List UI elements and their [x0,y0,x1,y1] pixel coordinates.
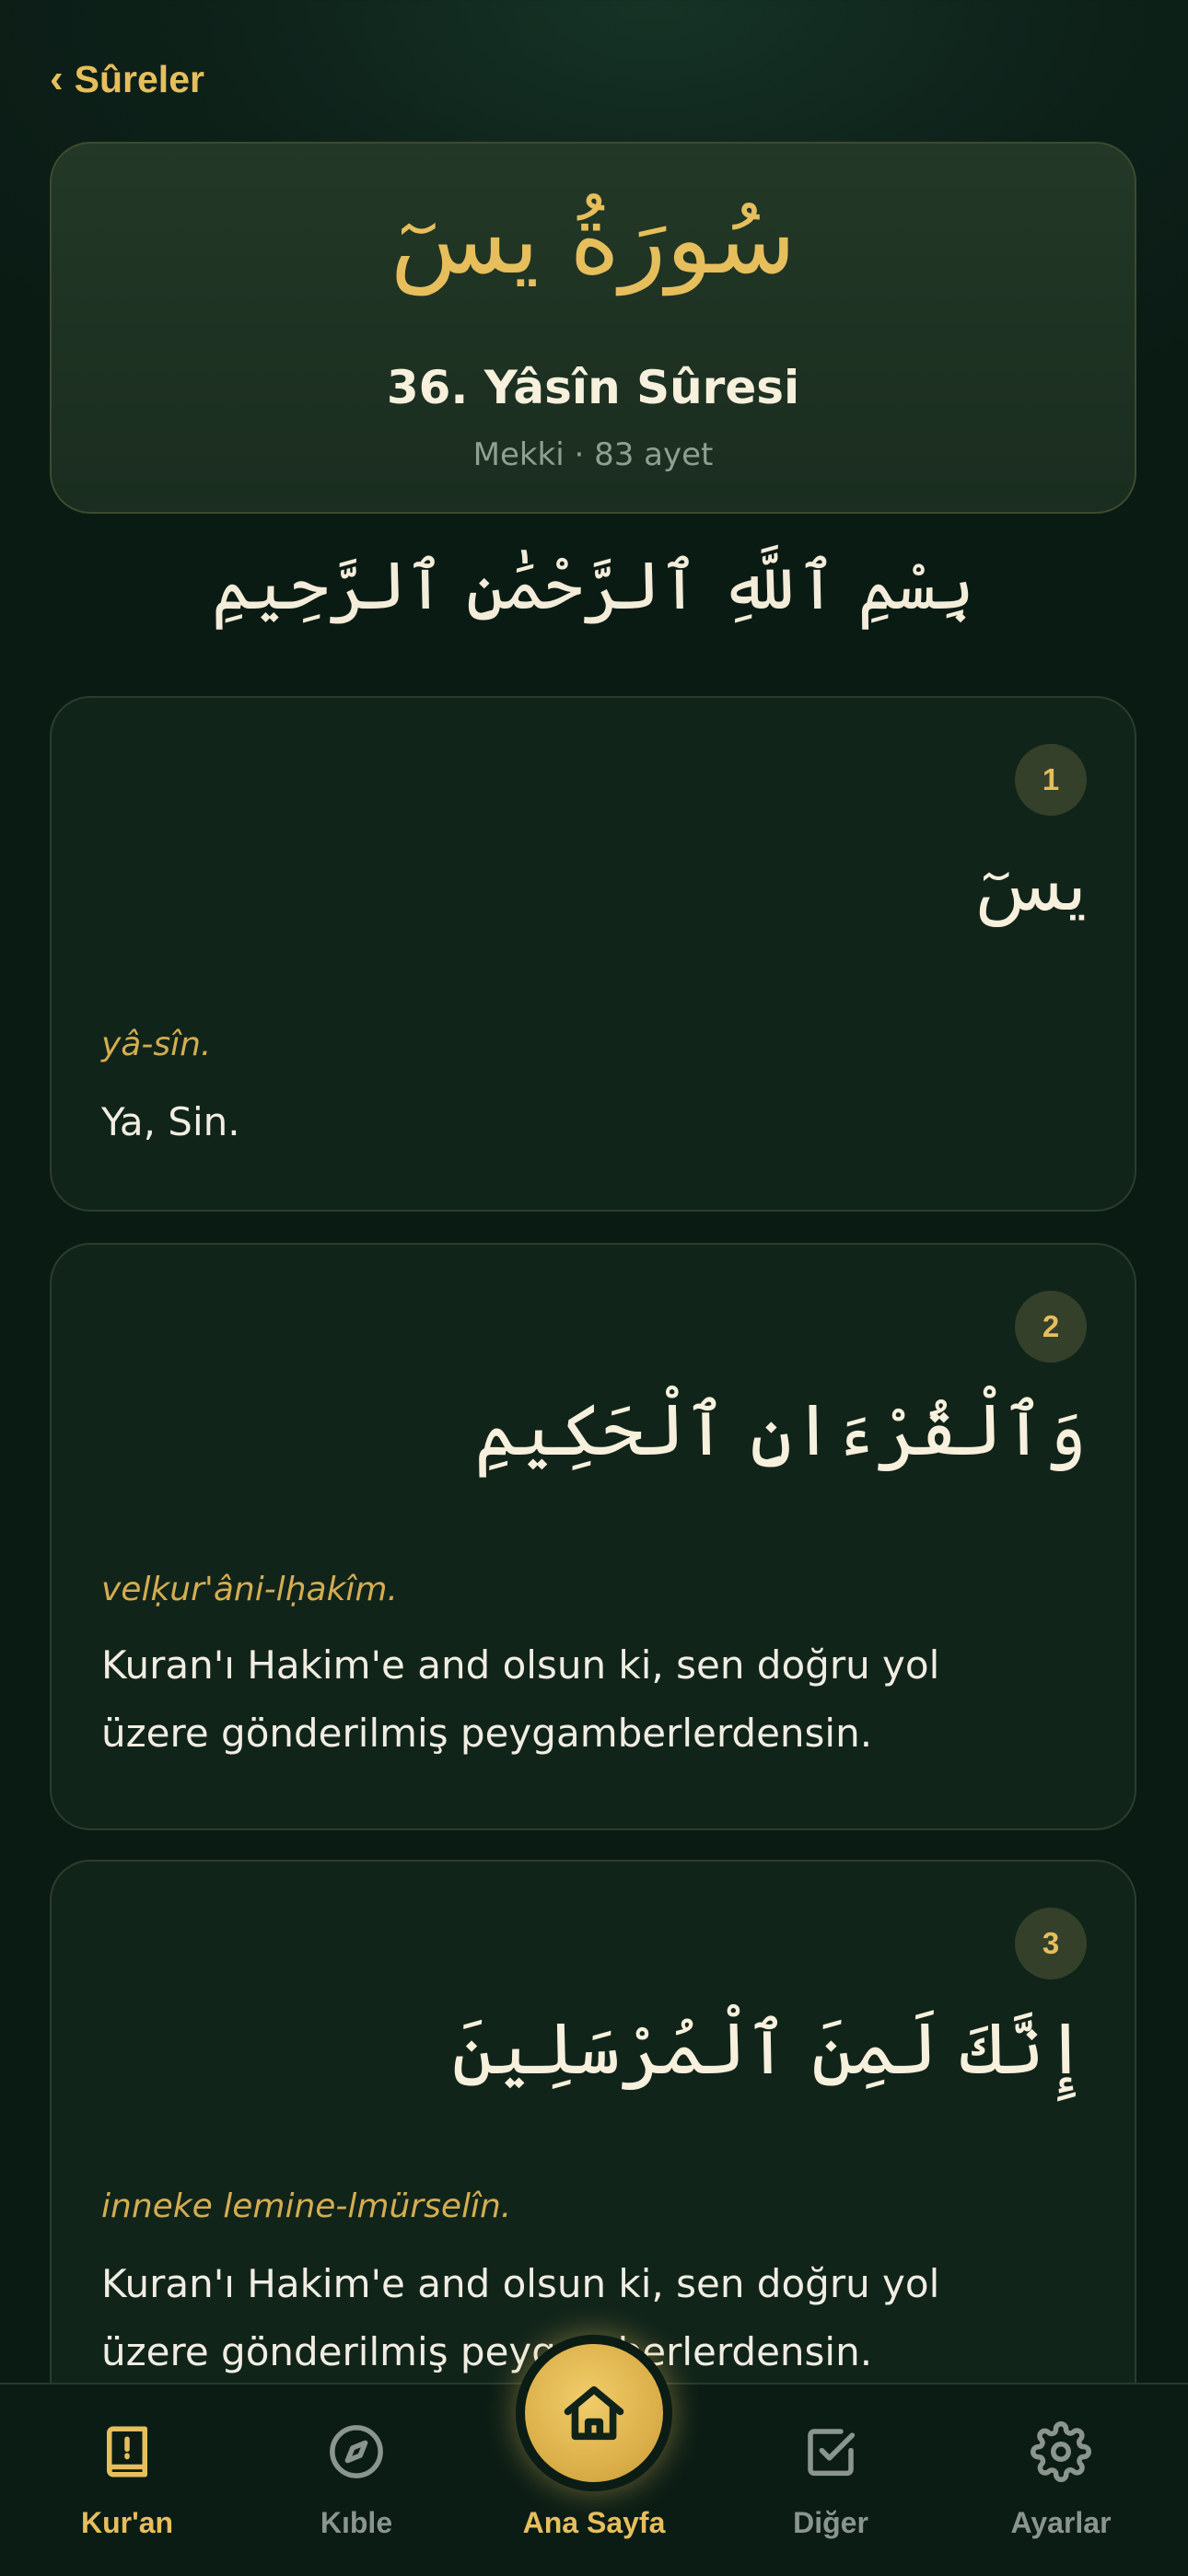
ayah-number-badge: 3 [1015,1908,1087,1979]
ayah-transliteration: inneke lemine-lmürselîn. [101,2187,512,2225]
tab-qibla[interactable]: Kıble [255,2385,458,2576]
ayah-arabic-text: وَٱلْقُرْءَانِ ٱلْحَكِيمِ [474,1389,1087,1472]
home-button[interactable] [516,2335,672,2491]
home-label: Ana Sayfa [522,2506,666,2539]
back-label: Sûreler [74,57,204,100]
gear-icon [1031,2421,1091,2482]
ayah-arabic-text: يسٓ [974,844,1087,927]
tab-other[interactable]: Diğer [729,2385,932,2576]
ayah-transliteration: yâ-sîn. [101,1026,212,1063]
ayah-arabic-text: إِنَّكَ لَمِنَ ٱلْمُرْسَلِينَ [451,2008,1087,2091]
ayah-card-2[interactable]: 2 وَٱلْقُرْءَانِ ٱلْحَكِيمِ velḳur'âni-l… [50,1243,1136,1830]
compass-icon [330,2425,383,2478]
tab-quran-label: Kur'an [80,2506,174,2539]
tab-other-label: Diğer [793,2506,868,2539]
surah-arabic-name: سُورَةُ يسٓ [390,183,797,296]
home-icon [564,2385,624,2441]
ayah-translation: Kuran'ı Hakim'e and olsun ki, sen doğru … [101,1642,940,1756]
tab-quran[interactable]: Kur'an [26,2385,228,2576]
tab-settings-label: Ayarlar [1010,2506,1112,2539]
ayah-number-badge: 2 [1015,1291,1087,1363]
surah-title: 36. Yâsîn Sûresi [386,361,800,414]
basmala: بِسْمِ ٱللَّهِ ٱلرَّحْمَٰنِ ٱلرَّحِيمِ [211,547,975,624]
tab-settings[interactable]: Ayarlar [960,2385,1162,2576]
tab-qibla-label: Kıble [320,2506,393,2539]
checkbox-icon [808,2429,856,2477]
back-button[interactable]: ‹ Sûreler [50,55,204,103]
surah-header-card: سُورَةُ يسٓ 36. Yâsîn Sûresi Mekki · 83 … [50,142,1136,514]
ayah-transliteration: velḳur'âni-lḥakîm. [101,1571,398,1608]
ayah-translation: Ya, Sin. [101,1099,240,1144]
chevron-left-icon: ‹ [50,56,64,101]
ayah-card-1[interactable]: 1 يسٓ yâ-sîn. Ya, Sin. [50,696,1136,1212]
ayah-number-badge: 1 [1015,744,1087,816]
surah-meta: Mekki · 83 ayet [472,436,714,473]
book-icon [107,2426,147,2477]
